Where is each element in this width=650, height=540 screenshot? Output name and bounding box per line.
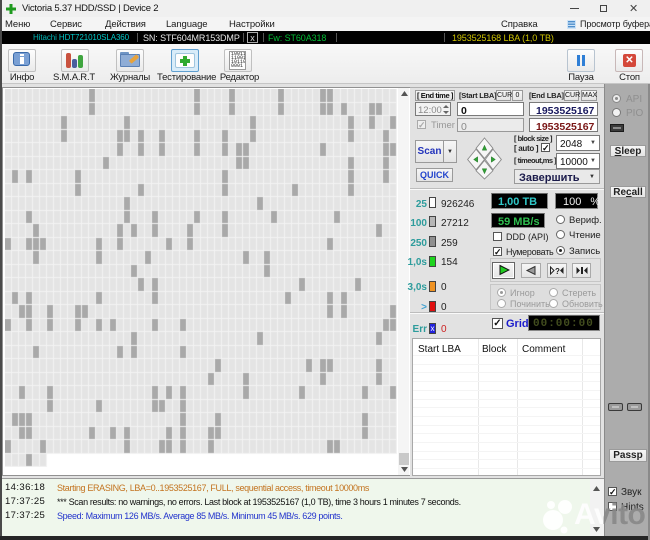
svg-text:?: ?	[555, 267, 560, 276]
